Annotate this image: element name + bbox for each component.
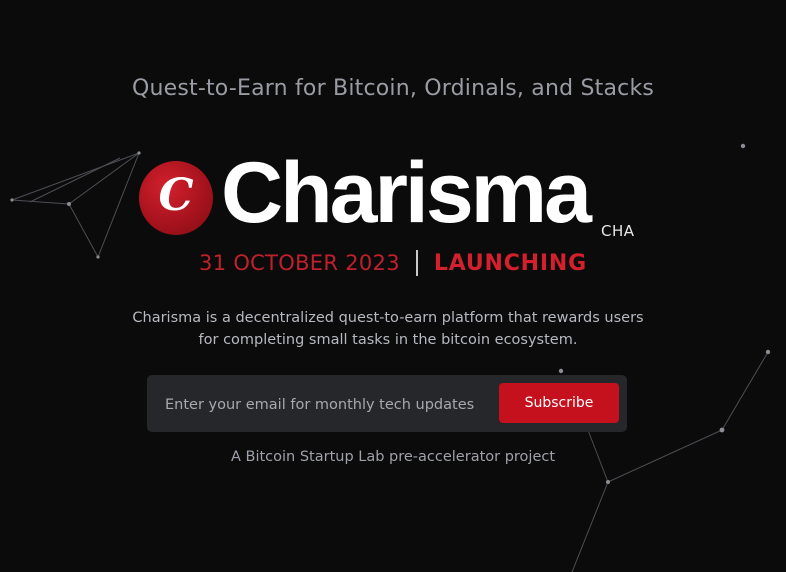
launch-date-row: 31 OCTOBER 2023 LAUNCHING: [0, 250, 786, 276]
logo-glyph: C: [158, 170, 194, 221]
project-description: Charisma is a decentralized quest-to-ear…: [132, 310, 644, 348]
brand-name: Charisma: [221, 145, 592, 241]
charisma-logo-icon: C: [139, 161, 213, 235]
subscribe-form: Subscribe: [147, 375, 627, 432]
subscribe-button[interactable]: Subscribe: [499, 383, 619, 423]
token-ticker: CHA: [601, 222, 635, 240]
email-input[interactable]: [163, 390, 487, 420]
tagline: Quest-to-Earn for Bitcoin, Ordinals, and…: [131, 76, 655, 101]
date-divider: [415, 250, 418, 276]
launch-date: 31 OCTOBER 2023: [199, 251, 400, 275]
launching-label: LAUNCHING: [433, 250, 587, 276]
footer-note: A Bitcoin Startup Lab pre-accelerator pr…: [230, 449, 556, 465]
brand-logo: C Charisma CHA: [139, 150, 659, 246]
